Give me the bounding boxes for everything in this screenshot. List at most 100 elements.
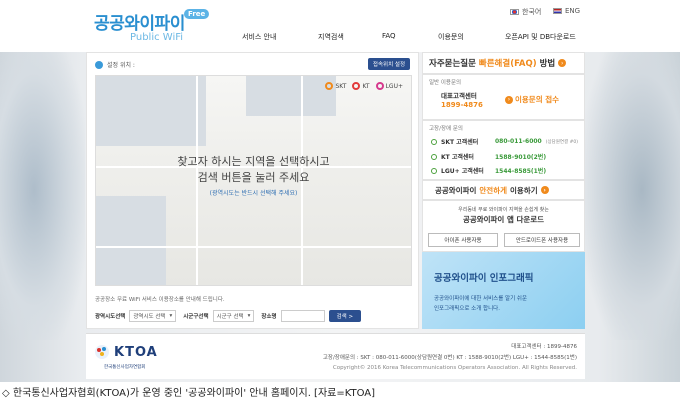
arrow-right-icon: › [540, 186, 549, 194]
carrier-kt-label: KT [362, 82, 370, 90]
carrier-lgu: LGU+ [375, 82, 403, 90]
background-blur-right [585, 40, 680, 340]
map-instruction: 찾고자 하시는 지역을 선택하시고 검색 버튼을 눌러 주세요 [96, 154, 411, 186]
map-search-panel: 설정 위치 : 접속위치 설정 SKT KT LGU+ 찾고자 하시는 지역을 … [86, 52, 419, 329]
nav-area-search[interactable]: 지역검색 [318, 32, 344, 42]
telco-skt-number: 080-011-6000 [495, 138, 542, 145]
chevron-down-icon: ▾ [169, 313, 173, 319]
fault-inquiry-label: 고장/장애 문의 [429, 126, 463, 132]
us-flag-icon [553, 8, 562, 14]
map-water [96, 76, 206, 146]
general-inquiry-box: 일반 이용문의 대표고객센터 1899-4876 › 이용문의 접수 [422, 74, 585, 120]
telco-lgu: LGU+ 고객센터 1544-8585(1번) [431, 166, 546, 175]
nav-faq[interactable]: FAQ [382, 32, 396, 40]
map-instruction-line1: 찾고자 하시는 지역을 선택하시고 [177, 155, 330, 168]
sido-select-value: 광역시도 선택 [133, 314, 166, 320]
telco-skt-note: (상담원연결 #0) [545, 139, 579, 145]
arrow-right-icon: › [558, 59, 567, 67]
infographic-desc2: 인포그래픽으로 소개 합니다. [434, 306, 500, 312]
safe-use-a: 공공와이파이 [435, 185, 477, 195]
telco-kt: KT 고객센터 1588-9010(2번) [431, 152, 546, 161]
ktoa-logo[interactable]: KTOA [94, 344, 158, 360]
carrier-legend: SKT KT LGU+ [325, 82, 403, 90]
sidebar: 자주묻는질문 빠른해결(FAQ) 방법 › 일반 이용문의 대표고객센터 189… [422, 52, 585, 329]
logo-free-badge: Free [184, 9, 210, 19]
app-desc: 우리동네 무료 와이파이 지역을 손쉽게 찾는 [458, 207, 549, 213]
safe-use-banner[interactable]: 공공와이파이 안전하게 이용하기 › [422, 180, 585, 200]
nav-service-guide[interactable]: 서비스 안내 [242, 32, 276, 42]
inquiry-link-label: 이용문의 접수 [515, 95, 560, 104]
set-location-button[interactable]: 접속위치 설정 [367, 58, 410, 70]
carrier-kt: KT [352, 82, 370, 90]
sido-select[interactable]: 광역시도 선택 ▾ [129, 310, 177, 322]
map-road [96, 246, 411, 248]
site-logo[interactable]: 공공와이파이 Free Public WiFi [94, 9, 210, 43]
infographic-desc1: 공공와이파이에 대한 서비스를 알기 쉬운 [434, 296, 528, 302]
map-view[interactable]: SKT KT LGU+ 찾고자 하시는 지역을 선택하시고 검색 버튼을 눌러 … [95, 75, 412, 286]
circle-icon [431, 153, 437, 160]
faq-title-b: 빠른해결(FAQ) [478, 59, 537, 69]
map-instruction-line2: 검색 버튼을 눌러 주세요 [197, 171, 310, 184]
korea-flag-icon [510, 9, 519, 15]
inquiry-link[interactable]: › 이용문의 접수 [505, 94, 559, 105]
infographic-banner[interactable]: 공공와이파이 인포그래픽 공공와이파이에 대한 서비스를 알기 쉬운 인포그래픽… [422, 252, 585, 329]
map-water [96, 196, 166, 285]
telco-skt-name: SKT 고객센터 [441, 139, 479, 146]
place-label: 장소명 [261, 314, 277, 320]
circle-icon [431, 138, 437, 145]
webpage-screenshot: 공공와이파이 Free Public WiFi 한국어 ENG 서비스 안내 지… [0, 0, 680, 382]
ktoa-logo-text: KTOA [114, 344, 158, 360]
logo-title: 공공와이파이 [94, 14, 185, 34]
chevron-down-icon: ▾ [247, 313, 251, 319]
telco-kt-name: KT 고객센터 [441, 154, 474, 161]
footer-copyright: Copyright© 2016 Korea Telecommunications… [332, 365, 577, 371]
carrier-skt-label: SKT [335, 82, 347, 90]
lang-english-label: ENG [565, 7, 581, 15]
search-form: 광역시도선택 광역시도 선택 ▾ 시군구선택 시군구 선택 ▾ 장소명 검색 > [95, 310, 362, 322]
site-header: 공공와이파이 Free Public WiFi 한국어 ENG 서비스 안내 지… [0, 0, 680, 52]
telco-lgu-name: LGU+ 고객센터 [441, 168, 484, 175]
site-footer: KTOA 한국통신사업자연합회 대표고객센터 : 1899-4876 고장/장애… [86, 333, 585, 379]
faq-banner[interactable]: 자주묻는질문 빠른해결(FAQ) 방법 › [422, 52, 585, 74]
wifi-icon [325, 82, 334, 90]
wifi-icon [352, 82, 361, 90]
center-name: 대표고객센터 [441, 92, 477, 100]
telco-lgu-number: 1544-8585(1번) [495, 168, 547, 175]
logo-subtitle: Public WiFi [130, 32, 184, 43]
lang-korean[interactable]: 한국어 [510, 7, 541, 17]
iphone-download-button[interactable]: 아이폰 사용자용 [428, 233, 498, 247]
gugun-select[interactable]: 시군구 선택 ▾ [212, 310, 255, 322]
lang-english[interactable]: ENG [553, 7, 580, 15]
general-inquiry-label: 일반 이용문의 [429, 80, 462, 86]
location-pin-icon [95, 60, 103, 69]
location-label: 설정 위치 : [107, 62, 135, 69]
background-blur-left [0, 40, 85, 340]
safe-use-b: 안전하게 [479, 185, 508, 195]
footer-center-line: 대표고객센터 : 1899-4876 [511, 344, 577, 350]
android-download-button[interactable]: 안드로이드폰 사용자용 [504, 233, 580, 247]
fault-inquiry-box: 고장/장애 문의 SKT 고객센터 080-011-6000 (상담원연결 #0… [422, 120, 585, 180]
app-title: 공공와이파이 앱 다운로드 [462, 215, 545, 224]
safe-use-c: 이용하기 [510, 185, 538, 195]
arrow-right-icon: › [505, 95, 513, 104]
infographic-title: 공공와이파이 인포그래픽 [434, 273, 534, 284]
map-water [246, 76, 336, 116]
carrier-lgu-label: LGU+ [385, 82, 403, 90]
footer-fault-line: 고장/장애문의 : SKT : 080-011-6000(상담원연결 0번) K… [322, 355, 577, 361]
gugun-label: 시군구선택 [183, 314, 209, 320]
search-button[interactable]: 검색 > [328, 310, 362, 322]
image-caption: ◇ 한국통신사업자협회(KTOA)가 운영 중인 '공공와이파이' 안내 홈페이… [2, 388, 376, 399]
location-row: 설정 위치 : [95, 60, 135, 69]
faq-title-a: 자주묻는질문 [429, 59, 476, 69]
place-input[interactable] [280, 310, 325, 322]
telco-kt-number: 1588-9010(2번) [495, 154, 547, 161]
service-info-text: 공공장소 무료 WiFi 서비스 이용장소를 안내해 드립니다. [95, 297, 225, 303]
lang-korean-label: 한국어 [522, 8, 542, 16]
carrier-skt: SKT [325, 82, 346, 90]
nav-inquiry[interactable]: 이용문의 [438, 32, 464, 42]
sido-label: 광역시도선택 [95, 314, 126, 320]
nav-open-api[interactable]: 오픈API 및 DB다운로드 [505, 32, 576, 42]
map-instruction-note: (광역시도는 반드시 선택해 주세요) [209, 190, 298, 197]
faq-title-c: 방법 [539, 59, 556, 69]
telco-skt: SKT 고객센터 080-011-6000 (상담원연결 #0) [431, 137, 578, 146]
